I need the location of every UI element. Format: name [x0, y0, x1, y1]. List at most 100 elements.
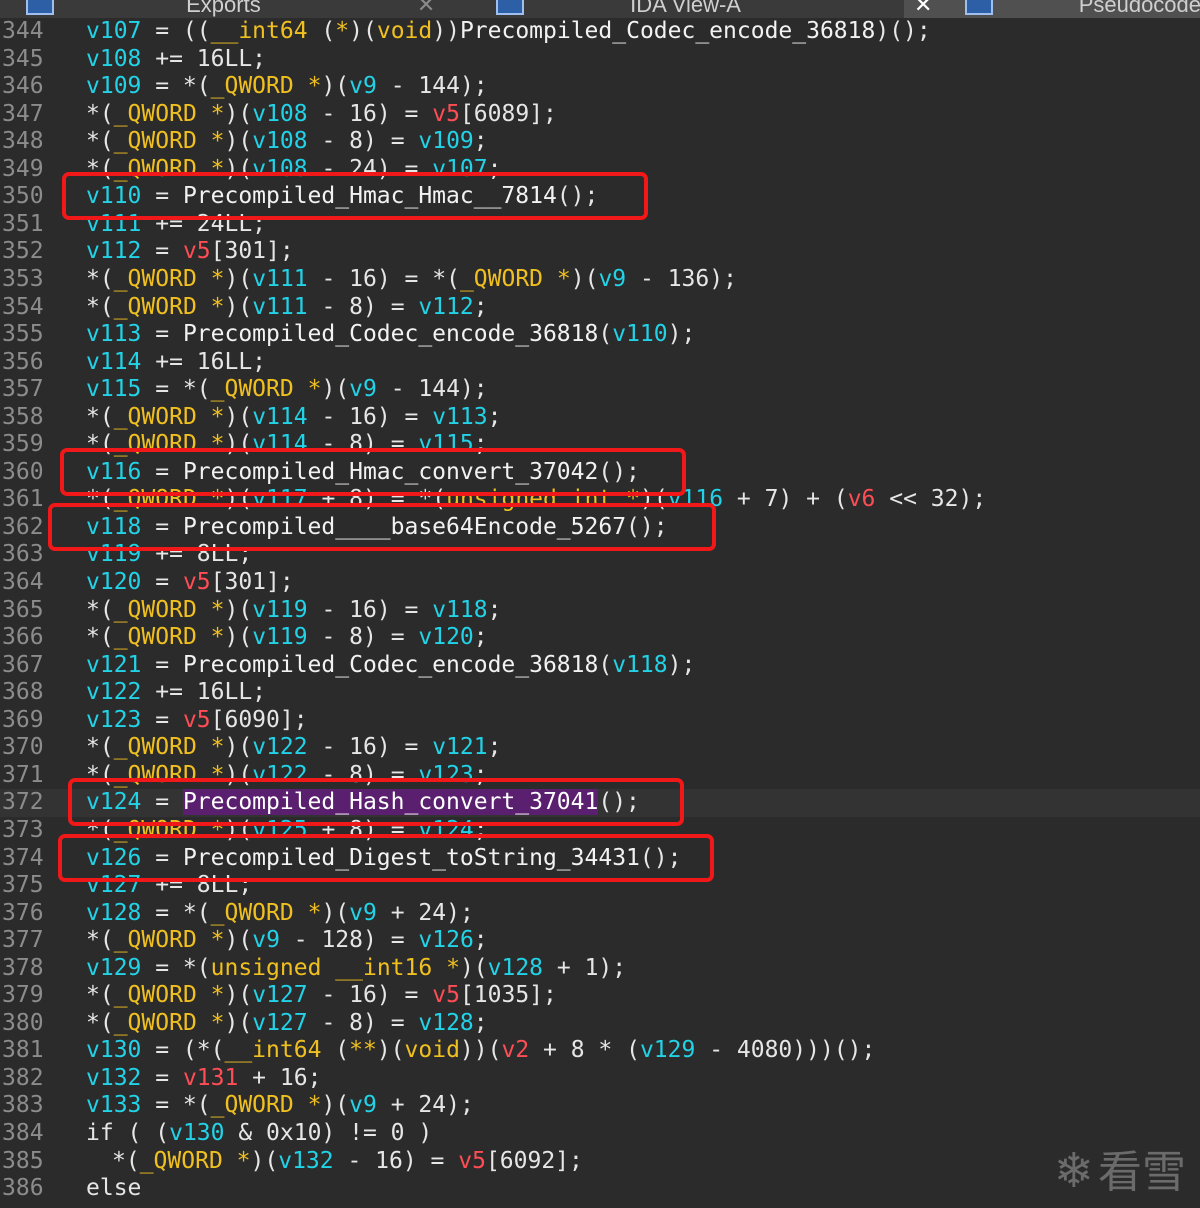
code-text[interactable]: v130 = (*(__int64 (**)(void))(v2 + 8 * (…	[86, 1037, 875, 1065]
code-token[interactable]: v110	[612, 321, 667, 347]
code-line[interactable]: 344 v107 = ((__int64 (*)(void))Precompile…	[0, 18, 1200, 46]
code-token[interactable]: v108	[252, 156, 307, 182]
code-token[interactable]: _QWORD	[114, 266, 197, 292]
code-token[interactable]: __int16	[335, 955, 432, 981]
code-text[interactable]: if ( (v130 & 0x10) != 0 )	[86, 1120, 432, 1148]
code-token[interactable]: *	[211, 597, 225, 623]
tab-exports[interactable]: Exports ✕	[26, 0, 435, 18]
code-text[interactable]: *(_QWORD *)(v119 - 16) = v118;	[86, 597, 501, 625]
code-token[interactable]: v131	[183, 1065, 238, 1091]
code-text[interactable]: v107 = ((__int64 (*)(void))Precompiled_C…	[86, 18, 931, 46]
code-token[interactable]: v108	[252, 101, 307, 127]
code-token[interactable]: v128	[86, 900, 141, 926]
code-token[interactable]: *	[211, 294, 225, 320]
code-token[interactable]: _QWORD	[211, 1092, 294, 1118]
code-token[interactable]: v127	[86, 872, 141, 898]
code-line[interactable]: 353 *(_QWORD *)(v111 - 16) = *(_QWORD *)(…	[0, 266, 1200, 294]
code-token[interactable]: _QWORD	[114, 817, 197, 843]
code-token[interactable]: __int64	[211, 18, 308, 44]
code-token[interactable]: v112	[86, 238, 141, 264]
code-token[interactable]: v107	[86, 18, 141, 44]
code-token[interactable]: v108	[86, 46, 141, 72]
code-token[interactable]: v5	[183, 707, 211, 733]
code-token[interactable]: v116	[668, 486, 723, 512]
code-line[interactable]: 385 *(_QWORD *)(v132 - 16) = v5[6092];	[0, 1148, 1200, 1176]
code-text[interactable]: v128 = *(_QWORD *)(v9 + 24);	[86, 900, 474, 928]
code-text[interactable]: v119 += 8LL;	[86, 541, 252, 569]
code-token[interactable]: *	[626, 486, 640, 512]
code-token[interactable]: v123	[418, 762, 473, 788]
code-text[interactable]: v115 = *(_QWORD *)(v9 - 144);	[86, 376, 488, 404]
code-token[interactable]: *	[237, 1148, 251, 1174]
code-line[interactable]: 383 v133 = *(_QWORD *)(v9 + 24);	[0, 1092, 1200, 1120]
code-token[interactable]: v5	[432, 982, 460, 1008]
code-text[interactable]: v133 = *(_QWORD *)(v9 + 24);	[86, 1092, 474, 1120]
code-token[interactable]: _QWORD	[114, 597, 197, 623]
code-text[interactable]: v112 = v5[301];	[86, 238, 294, 266]
code-text[interactable]: v127 += 8LL;	[86, 872, 252, 900]
code-token[interactable]: v115	[86, 376, 141, 402]
code-line[interactable]: 364 v120 = v5[301];	[0, 569, 1200, 597]
code-token[interactable]: v130	[169, 1120, 224, 1146]
code-token[interactable]: v9	[349, 1092, 377, 1118]
code-token[interactable]: *	[308, 73, 322, 99]
code-token[interactable]: v124	[86, 789, 141, 815]
code-token[interactable]: _QWORD	[114, 1010, 197, 1036]
code-text[interactable]: v123 = v5[6090];	[86, 707, 308, 735]
code-token[interactable]: v114	[252, 404, 307, 430]
code-token[interactable]: v123	[86, 707, 141, 733]
code-token[interactable]: v125	[252, 817, 307, 843]
code-token[interactable]: _QWORD	[114, 128, 197, 154]
code-text[interactable]: v109 = *(_QWORD *)(v9 - 144);	[86, 73, 488, 101]
code-token[interactable]: v113	[86, 321, 141, 347]
code-text[interactable]: *(_QWORD *)(v117 + 8) = *(unsigned int *…	[86, 486, 986, 514]
code-token[interactable]: v108	[252, 128, 307, 154]
code-token[interactable]: else	[86, 1175, 141, 1201]
code-line[interactable]: 386 else	[0, 1175, 1200, 1203]
code-text[interactable]: *(_QWORD *)(v108 - 24) = v107;	[86, 156, 501, 184]
code-token[interactable]: v9	[349, 376, 377, 402]
code-token[interactable]: *	[211, 486, 225, 512]
code-token[interactable]: v6	[848, 486, 876, 512]
code-token[interactable]: *	[557, 266, 571, 292]
code-line[interactable]: 370 *(_QWORD *)(v122 - 16) = v121;	[0, 734, 1200, 762]
code-token[interactable]: _QWORD	[114, 486, 197, 512]
code-token[interactable]: v120	[86, 569, 141, 595]
code-line[interactable]: 347 *(_QWORD *)(v108 - 16) = v5[6089];	[0, 101, 1200, 129]
code-line[interactable]: 356 v114 += 16LL;	[0, 349, 1200, 377]
function-name[interactable]: Precompiled_Hash_convert_37041	[182, 789, 599, 816]
code-text[interactable]: v120 = v5[301];	[86, 569, 294, 597]
code-line[interactable]: 348 *(_QWORD *)(v108 - 8) = v109;	[0, 128, 1200, 156]
code-token[interactable]: v126	[86, 845, 141, 871]
function-name[interactable]: Precompiled_Codec_encode_36818	[460, 18, 875, 44]
code-line[interactable]: 373 *(_QWORD *)(v125 + 8) = v124;	[0, 817, 1200, 845]
code-line[interactable]: 358 *(_QWORD *)(v114 - 16) = v113;	[0, 404, 1200, 432]
code-token[interactable]: v109	[418, 128, 473, 154]
tab-ida-view[interactable]: IDA View-A	[496, 0, 741, 18]
code-text[interactable]: v129 = *(unsigned __int16 *)(v128 + 1);	[86, 955, 626, 983]
code-token[interactable]: void	[377, 18, 432, 44]
code-token[interactable]: *	[211, 128, 225, 154]
code-token[interactable]: v121	[432, 734, 487, 760]
code-token[interactable]: *	[211, 101, 225, 127]
code-line[interactable]: 384 if ( (v130 & 0x10) != 0 )	[0, 1120, 1200, 1148]
function-name[interactable]: Precompiled_Digest_toString_34431	[183, 845, 640, 871]
code-token[interactable]: v121	[86, 652, 141, 678]
code-line[interactable]: 346 v109 = *(_QWORD *)(v9 - 144);	[0, 73, 1200, 101]
code-token[interactable]: _QWORD	[114, 101, 197, 127]
code-line[interactable]: 382 v132 = v131 + 16;	[0, 1065, 1200, 1093]
code-token[interactable]: _QWORD	[114, 982, 197, 1008]
function-name[interactable]: Precompiled_Codec_encode_36818	[183, 652, 598, 678]
code-line[interactable]: 363 v119 += 8LL;	[0, 541, 1200, 569]
code-token[interactable]: v109	[86, 73, 141, 99]
code-token[interactable]: *	[211, 266, 225, 292]
code-line[interactable]: 352 v112 = v5[301];	[0, 238, 1200, 266]
code-line[interactable]: 345 v108 += 16LL;	[0, 46, 1200, 74]
code-text[interactable]: *(_QWORD *)(v114 - 16) = v113;	[86, 404, 501, 432]
code-line[interactable]: 369 v123 = v5[6090];	[0, 707, 1200, 735]
code-text[interactable]: *(_QWORD *)(v108 - 8) = v109;	[86, 128, 488, 156]
code-token[interactable]: *	[446, 955, 460, 981]
code-line[interactable]: 368 v122 += 16LL;	[0, 679, 1200, 707]
code-token[interactable]: **	[349, 1037, 377, 1063]
code-text[interactable]: v132 = v131 + 16;	[86, 1065, 321, 1093]
